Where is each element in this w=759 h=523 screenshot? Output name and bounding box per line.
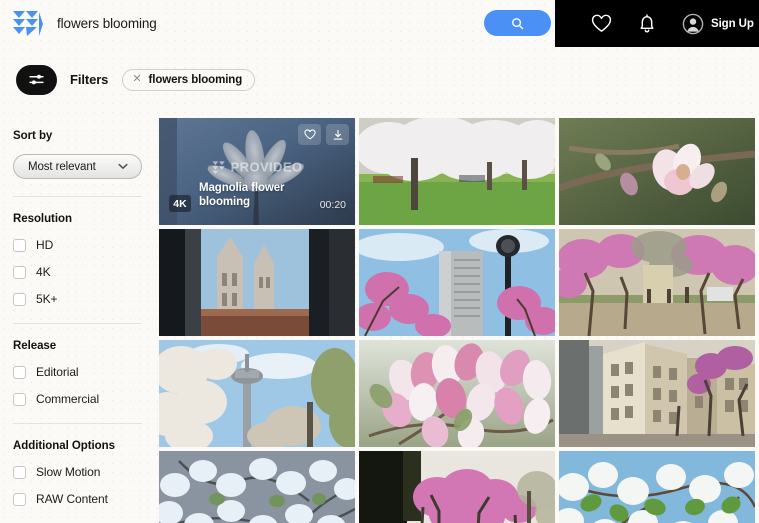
search-icon [512, 17, 524, 29]
pink-blossom-park-path-thumbnail [359, 451, 555, 523]
checkbox-row-editorial[interactable]: Editorial [13, 365, 142, 379]
heart-icon [303, 129, 316, 140]
filter-section-release: Release Editorial Commercial [13, 340, 142, 406]
video-card-12[interactable] [559, 451, 755, 523]
sidebar-divider [13, 196, 142, 197]
video-card-7[interactable] [159, 340, 355, 447]
download-button[interactable] [326, 124, 349, 145]
white-blossom-tv-tower-thumbnail [159, 340, 355, 447]
video-card-11[interactable] [359, 451, 555, 523]
app-header: flowers blooming Sign Up [0, 0, 759, 47]
sidebar-divider [13, 323, 142, 324]
checkbox-slow-motion[interactable] [13, 465, 26, 479]
search-button[interactable] [484, 10, 551, 36]
apple-blossom-blue-sky-thumbnail [559, 451, 755, 523]
section-heading: Additional Options [13, 440, 115, 452]
pink-blossom-city-tower-thumbnail [359, 229, 555, 336]
checkbox-commercial[interactable] [13, 392, 26, 406]
close-icon[interactable]: ✕ [132, 74, 141, 85]
section-heading: Release [13, 340, 57, 352]
checkbox-5kplus[interactable] [13, 292, 26, 306]
checkbox-hd[interactable] [13, 238, 26, 252]
old-town-street-blossom-thumbnail [559, 340, 755, 447]
video-card-6[interactable] [559, 229, 755, 336]
like-button[interactable] [298, 124, 321, 145]
bell-icon [640, 13, 654, 33]
sort-by-select[interactable]: Most relevant [13, 154, 142, 179]
checkbox-row-commercial[interactable]: Commercial [13, 392, 142, 406]
video-card-2[interactable] [359, 118, 555, 225]
video-title: Magnolia flower blooming [199, 182, 285, 208]
video-card-8[interactable] [359, 340, 555, 447]
pink-magnolia-bud-closeup-thumbnail [559, 118, 755, 225]
white-blossom-branches-thumbnail [159, 451, 355, 523]
checkbox-label: 5K+ [36, 292, 58, 306]
filters-sidebar: Sort by Most relevant Resolution HD 4K 5… [0, 112, 155, 523]
pink-white-magnolia-cluster-thumbnail [359, 340, 555, 447]
checkbox-row-slow-motion[interactable]: Slow Motion [13, 465, 142, 479]
providio-play-logo[interactable] [11, 9, 45, 39]
sliders-icon [29, 74, 44, 85]
checkbox-label: Commercial [36, 392, 100, 406]
checkbox-editorial[interactable] [13, 365, 26, 379]
watermark-text: PROVIDEO [230, 159, 303, 175]
video-results-grid[interactable]: PROVIDEO 4K Magnolia flower blooming 00:… [159, 118, 755, 523]
active-filter-chip[interactable]: ✕ flowers blooming [122, 68, 256, 91]
video-duration: 00:20 [319, 199, 346, 211]
sort-by-heading: Sort by [13, 130, 53, 142]
sort-by-value: Most relevant [28, 160, 96, 173]
video-card-9[interactable] [559, 340, 755, 447]
white-blossom-tree-park-thumbnail [359, 118, 555, 225]
header-left-region: flowers blooming [0, 0, 555, 47]
checkbox-label: 4K [36, 265, 51, 279]
signup-label: Sign Up [711, 17, 754, 30]
video-card-3[interactable] [559, 118, 755, 225]
checkbox-4k[interactable] [13, 265, 26, 279]
filter-section-resolution: Resolution HD 4K 5K+ [13, 213, 142, 306]
blossom-lined-boulevard-thumbnail [559, 229, 755, 336]
checkbox-row-hd[interactable]: HD [13, 238, 142, 252]
filters-toggle-button[interactable] [16, 64, 57, 95]
header-right-region: Sign Up [555, 0, 759, 47]
checkbox-label: HD [36, 238, 54, 252]
quality-badge: 4K [169, 195, 191, 212]
download-icon [333, 129, 342, 140]
checkbox-label: RAW Content [36, 492, 108, 506]
video-card-5[interactable] [359, 229, 555, 336]
providio-play-logo [212, 161, 225, 174]
checkbox-label: Slow Motion [36, 465, 101, 479]
checkbox-row-5kplus[interactable]: 5K+ [13, 292, 142, 306]
church-towers-spring-thumbnail [159, 229, 355, 336]
checkbox-label: Editorial [36, 365, 79, 379]
checkbox-raw-content[interactable] [13, 492, 26, 506]
sidebar-divider [13, 423, 142, 424]
card-action-buttons[interactable] [298, 124, 349, 145]
notifications-button[interactable] [638, 13, 656, 34]
video-card-featured[interactable]: PROVIDEO 4K Magnolia flower blooming 00:… [159, 118, 355, 225]
video-card-10[interactable] [159, 451, 355, 523]
provideo-watermark: PROVIDEO [212, 160, 303, 175]
checkbox-row-raw-content[interactable]: RAW Content [13, 492, 142, 506]
favorites-button[interactable] [591, 14, 612, 33]
checkbox-row-4k[interactable]: 4K [13, 265, 142, 279]
search-query-text: flowers blooming [57, 16, 157, 31]
section-heading: Resolution [13, 213, 72, 225]
filter-bar: Filters ✕ flowers blooming [0, 47, 759, 112]
filters-label: Filters [70, 72, 109, 87]
chevron-down-icon [118, 163, 128, 169]
filter-section-additional-options: Additional Options Slow Motion RAW Conte… [13, 440, 142, 506]
avatar-icon [682, 13, 704, 34]
account-button[interactable]: Sign Up [682, 13, 754, 35]
heart-icon [591, 14, 612, 32]
video-card-4[interactable] [159, 229, 355, 336]
filter-chip-label: flowers blooming [148, 73, 243, 86]
